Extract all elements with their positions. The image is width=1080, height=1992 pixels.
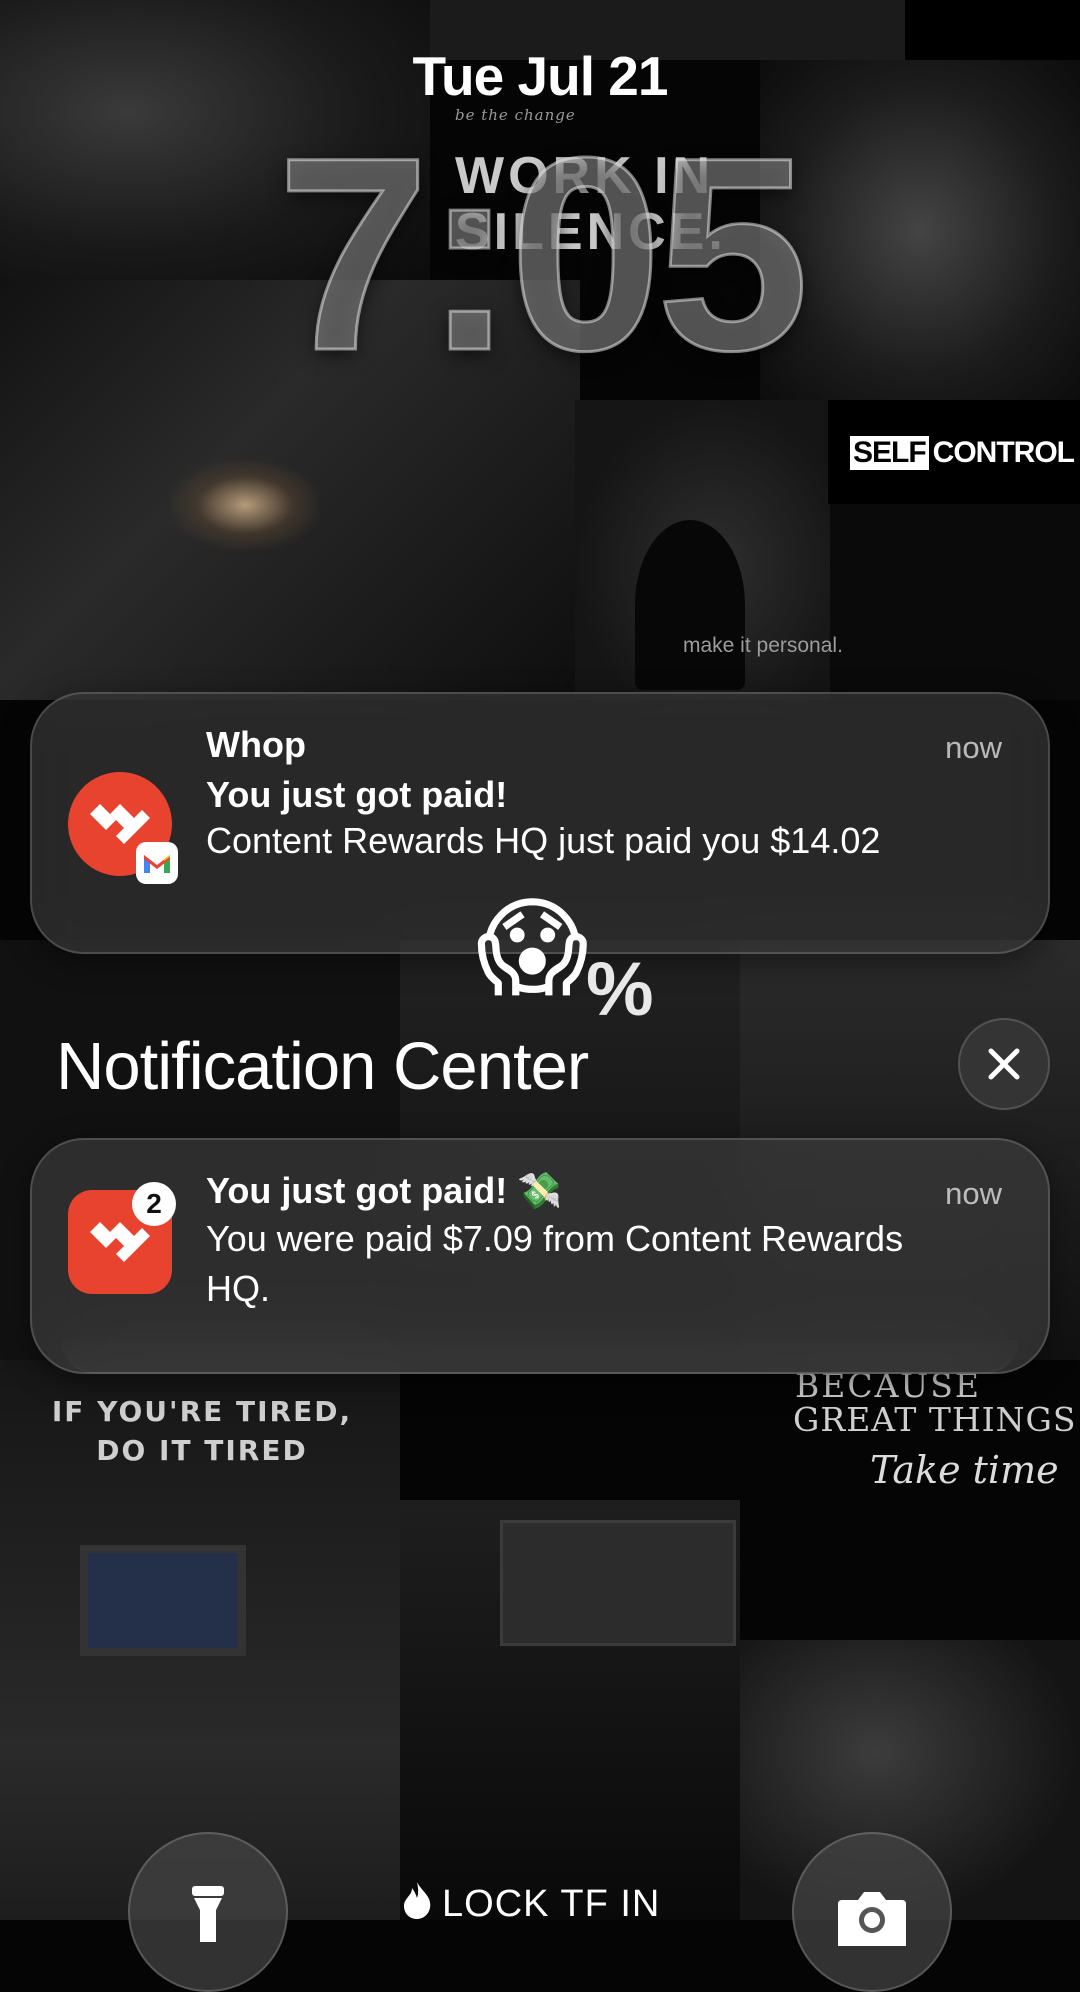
gmail-icon xyxy=(136,842,178,884)
wallpaper-text-line: DO IT TIRED xyxy=(96,1434,308,1467)
camera-button[interactable] xyxy=(792,1832,952,1992)
screaming-face-emoji: 😱 xyxy=(476,887,589,1008)
wallpaper-silhouette-figure xyxy=(635,520,745,690)
notification-count-badge: 2 xyxy=(132,1182,176,1226)
wallpaper-laptop-screen xyxy=(80,1545,246,1656)
whop-logo-mark xyxy=(90,804,150,844)
camera-icon xyxy=(838,1892,906,1946)
notification-whop-payment-stack[interactable]: 2 now You just got paid! 💸 You were paid… xyxy=(30,1138,1050,1374)
notification-time: now xyxy=(945,1176,1002,1211)
wallpaper-text-take-time: Take time xyxy=(870,1448,1059,1492)
notification-title: You just got paid! xyxy=(206,774,508,815)
gmail-logo-mark xyxy=(144,855,170,873)
wallpaper-light-glow xyxy=(170,460,320,550)
close-icon xyxy=(988,1048,1020,1080)
lock-screen-widget: LOCK TF IN xyxy=(400,1880,660,1926)
flashlight-icon xyxy=(192,1886,224,1942)
wallpaper-text-tired: IF YOU'RE TIRED, DO IT TIRED xyxy=(22,1392,382,1470)
wallpaper-text-line: IF YOU'RE TIRED, xyxy=(51,1395,353,1428)
notification-body: Content Rewards HQ just paid you $14.02 xyxy=(206,820,881,861)
notification-title: You just got paid! 💸 xyxy=(206,1170,563,1211)
notification-app-name: Whop xyxy=(206,724,306,765)
lock-screen-widget-text: LOCK TF IN xyxy=(442,1883,661,1925)
notification-body: You were paid $7.09 from Content Rewards… xyxy=(206,1218,904,1309)
notification-center-title: Notification Center xyxy=(56,1029,589,1104)
flame-icon xyxy=(404,1882,431,1919)
wallpaper-text-self-control: SELF CONTROL xyxy=(828,400,1080,504)
flashlight-button[interactable] xyxy=(128,1832,288,1992)
wallpaper-text-great-things: GREAT THINGS xyxy=(793,1400,1077,1439)
notification-center-close-button[interactable] xyxy=(958,1018,1050,1110)
wallpaper-text-percent: % xyxy=(586,947,654,1032)
wallpaper-text-self: SELF xyxy=(850,436,929,470)
whop-logo-mark xyxy=(90,1222,150,1262)
notification-time: now xyxy=(945,730,1002,765)
wallpaper-text-control: CONTROL xyxy=(932,436,1075,469)
wallpaper-text-make-it-personal: make it personal. xyxy=(683,634,843,657)
lock-screen-clock: 7:05 xyxy=(275,101,810,408)
lock-screen-date: Tue Jul 21 xyxy=(412,45,669,107)
wallpaper-banknote xyxy=(500,1520,736,1646)
